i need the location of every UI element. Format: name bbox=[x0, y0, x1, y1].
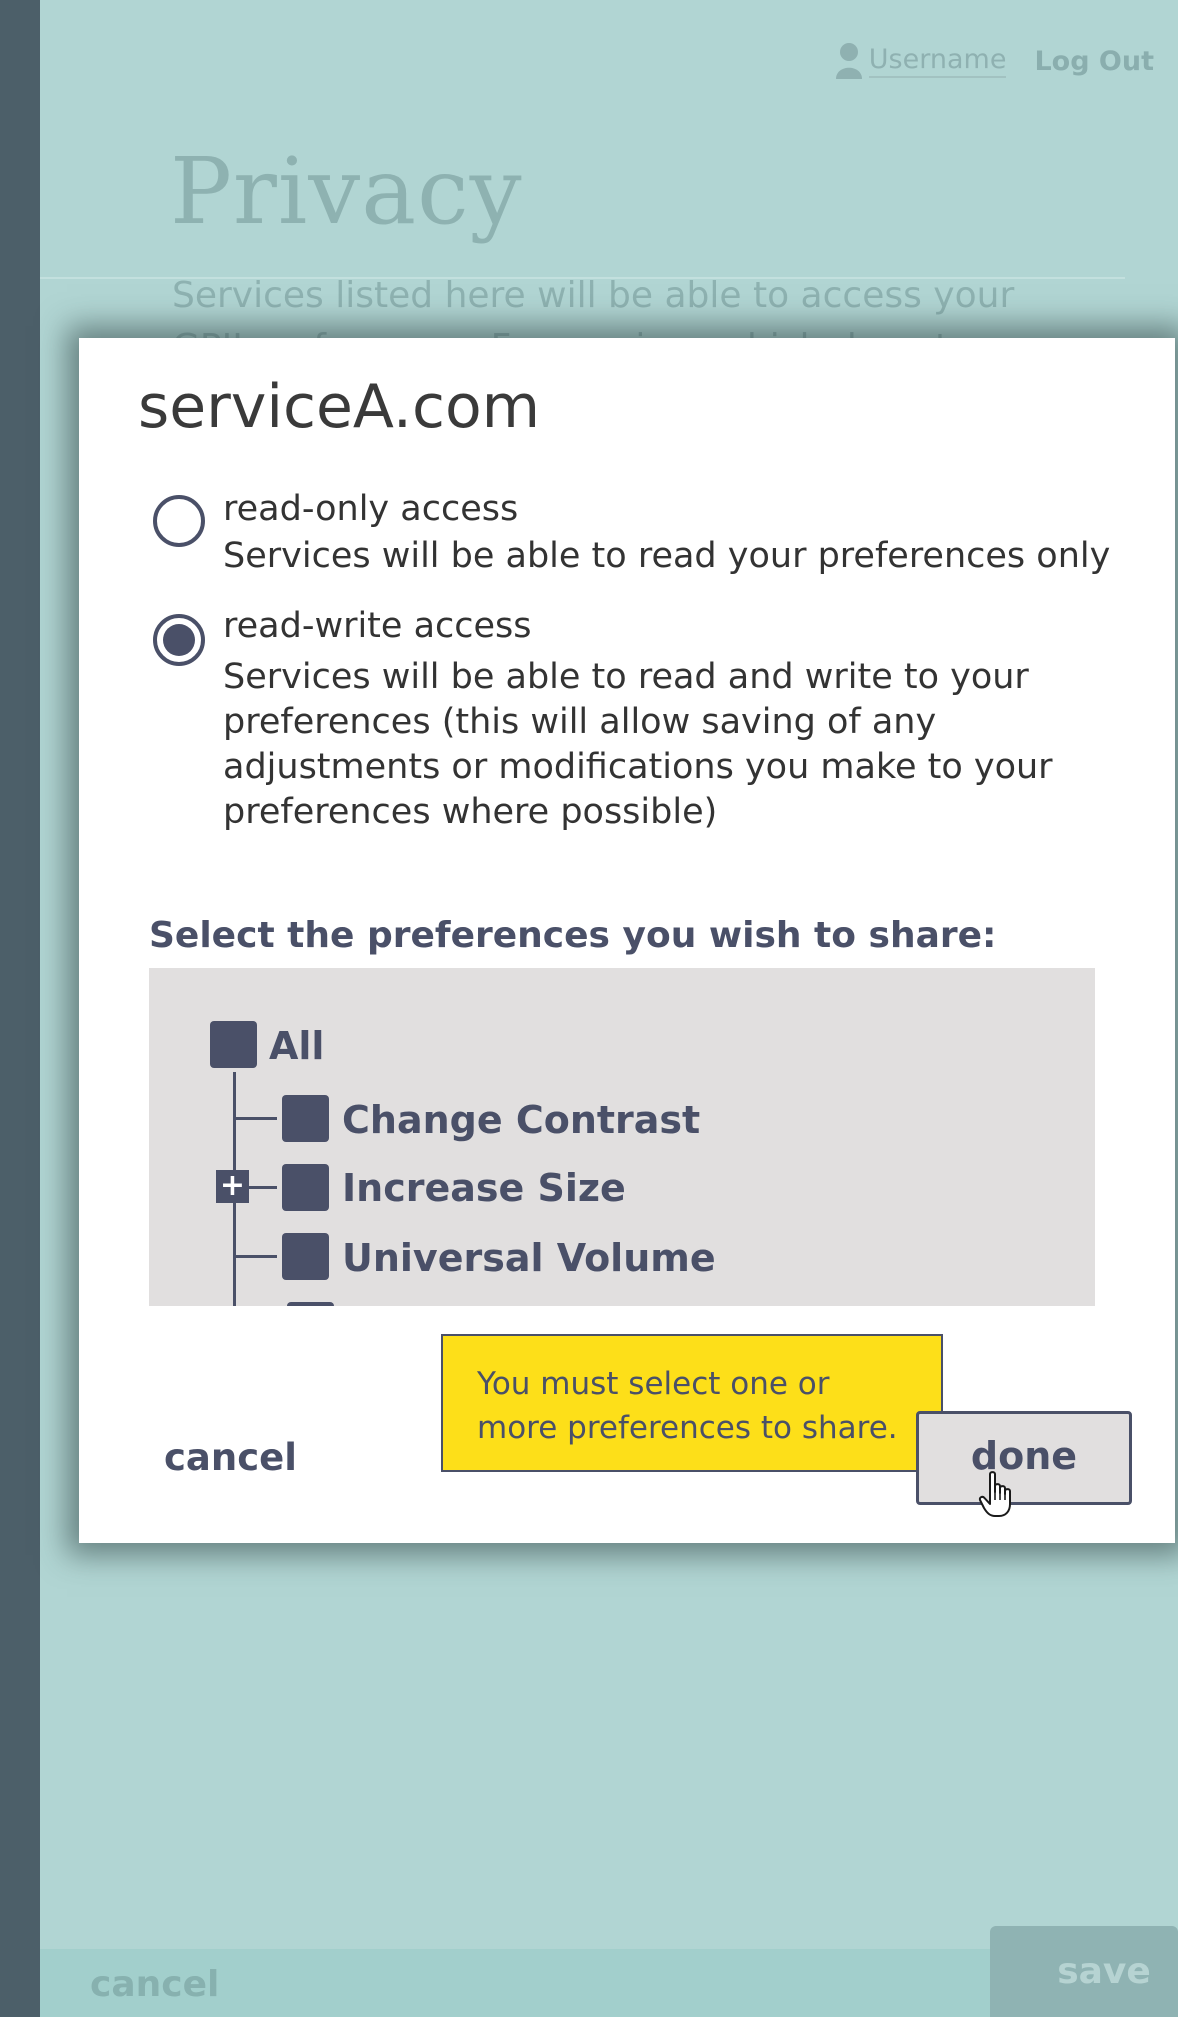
read-only-radio[interactable] bbox=[153, 495, 205, 547]
universal-volume-label: Universal Volume bbox=[342, 1236, 716, 1280]
dialog-title: serviceA.com bbox=[138, 372, 541, 442]
user-icon bbox=[835, 43, 862, 79]
page-title: Privacy bbox=[170, 138, 523, 245]
next-item-checkbox[interactable] bbox=[287, 1302, 334, 1306]
increase-size-label: Increase Size bbox=[342, 1166, 626, 1210]
share-heading: Select the preferences you wish to share… bbox=[149, 915, 997, 956]
left-sidebar-strip bbox=[0, 0, 40, 2017]
change-contrast-checkbox[interactable] bbox=[282, 1095, 329, 1142]
page-save-button[interactable]: save bbox=[990, 1926, 1178, 2017]
service-access-dialog: serviceA.com read-only access Services w… bbox=[79, 338, 1175, 1543]
option-read-only[interactable]: read-only access Services will be able t… bbox=[153, 489, 1111, 579]
dialog-cancel-button[interactable]: cancel bbox=[164, 1436, 297, 1479]
increase-size-checkbox[interactable] bbox=[282, 1164, 329, 1211]
change-contrast-label: Change Contrast bbox=[342, 1098, 701, 1142]
read-only-description: Services will be able to read your prefe… bbox=[223, 536, 1111, 576]
page-intro: Services listed here will be able to acc… bbox=[172, 275, 1015, 340]
page-save-label: save bbox=[1057, 1951, 1151, 1992]
read-only-label: read-only access bbox=[223, 489, 519, 529]
page-cancel-button[interactable]: cancel bbox=[90, 1964, 219, 2005]
validation-tooltip: You must select one or more preferences … bbox=[441, 1334, 943, 1472]
read-write-description: Services will be able to read and write … bbox=[223, 657, 1053, 832]
all-checkbox[interactable] bbox=[210, 1021, 257, 1068]
radio-selected-dot bbox=[163, 624, 195, 656]
username-link[interactable]: Username bbox=[835, 42, 1007, 80]
tree-branch bbox=[233, 1255, 277, 1258]
username-text: Username bbox=[868, 44, 1007, 78]
logout-link[interactable]: Log Out bbox=[1034, 46, 1154, 77]
universal-volume-checkbox[interactable] bbox=[282, 1233, 329, 1280]
expand-increase-size-icon[interactable]: + bbox=[216, 1170, 249, 1203]
read-write-label: read-write access bbox=[223, 606, 532, 646]
hand-cursor-icon bbox=[978, 1471, 1011, 1517]
tree-branch bbox=[233, 1117, 277, 1120]
preferences-tree[interactable]: All Change Contrast + Increase Size Univ… bbox=[149, 968, 1095, 1306]
read-write-radio[interactable] bbox=[153, 614, 205, 666]
option-read-write[interactable]: read-write access Services will be able … bbox=[153, 606, 1093, 835]
all-label: All bbox=[269, 1024, 325, 1068]
user-area: Username Log Out bbox=[835, 42, 1154, 80]
done-button[interactable]: done bbox=[916, 1411, 1132, 1505]
